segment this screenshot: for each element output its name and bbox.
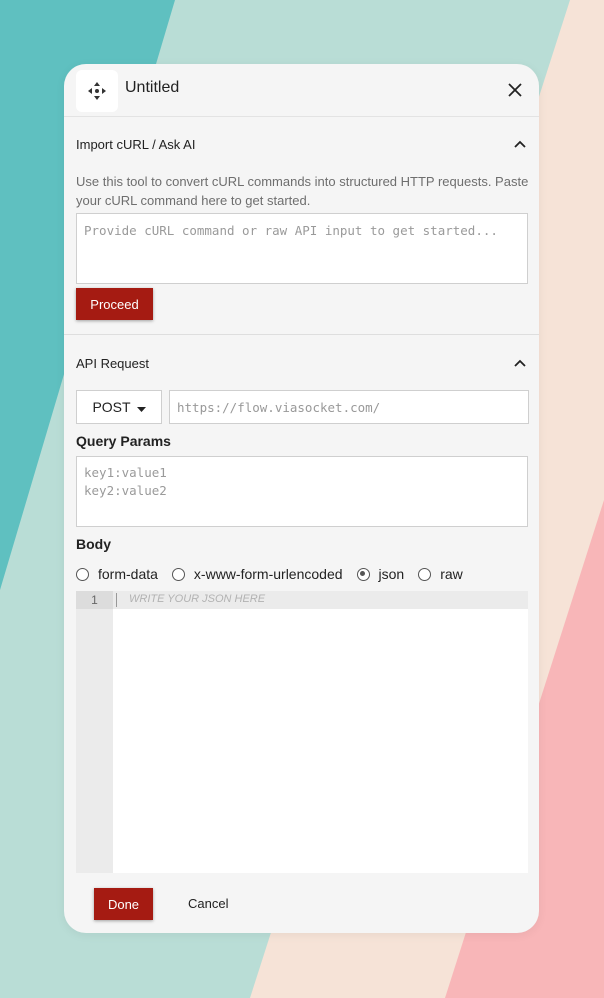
body-label: Body: [76, 536, 111, 552]
query-params-input[interactable]: [76, 456, 528, 527]
method-value: POST: [92, 399, 131, 415]
caret-down-icon: [136, 399, 146, 415]
body-type-group: form-data x-www-form-urlencoded json raw: [76, 564, 477, 584]
close-icon[interactable]: [503, 78, 527, 102]
dialog-header: Untitled: [64, 64, 539, 117]
api-section-toggle[interactable]: API Request: [76, 353, 527, 373]
curl-input[interactable]: [76, 213, 528, 284]
body-type-urlencoded[interactable]: x-www-form-urlencoded: [171, 566, 343, 582]
editor-gutter: [76, 591, 113, 873]
dialog-title: Untitled: [125, 79, 180, 96]
cancel-button[interactable]: Cancel: [182, 895, 234, 912]
radio-unchecked-icon: [76, 567, 89, 581]
api-section-title: API Request: [76, 355, 149, 371]
method-select[interactable]: POST: [76, 390, 162, 424]
http-request-dialog: Untitled Import cURL / Ask AI Use this t…: [64, 64, 539, 933]
chevron-up-icon: [513, 356, 527, 370]
proceed-button[interactable]: Proceed: [76, 288, 153, 320]
dialog-footer: Done Cancel: [64, 873, 539, 933]
line-number: 1: [76, 591, 113, 609]
done-button[interactable]: Done: [94, 888, 153, 920]
text-cursor: [116, 593, 117, 607]
import-section-title: Import cURL / Ask AI: [76, 136, 196, 152]
section-divider: [64, 334, 539, 335]
editor-placeholder: WRITE YOUR JSON HERE: [129, 593, 266, 605]
move-arrows-icon: [76, 70, 118, 112]
json-body-editor[interactable]: 1 WRITE YOUR JSON HERE: [76, 591, 528, 873]
radio-checked-icon: [356, 567, 370, 581]
import-section-toggle[interactable]: Import cURL / Ask AI: [76, 134, 527, 154]
import-description: Use this tool to convert cURL commands i…: [76, 174, 529, 208]
url-input[interactable]: [169, 390, 529, 424]
chevron-up-icon: [513, 137, 527, 151]
body-type-form-data[interactable]: form-data: [76, 566, 158, 582]
radio-unchecked-icon: [171, 567, 185, 581]
radio-unchecked-icon: [418, 567, 432, 581]
body-type-json[interactable]: json: [356, 566, 404, 582]
body-type-raw[interactable]: raw: [418, 566, 463, 582]
query-params-label: Query Params: [76, 433, 171, 449]
